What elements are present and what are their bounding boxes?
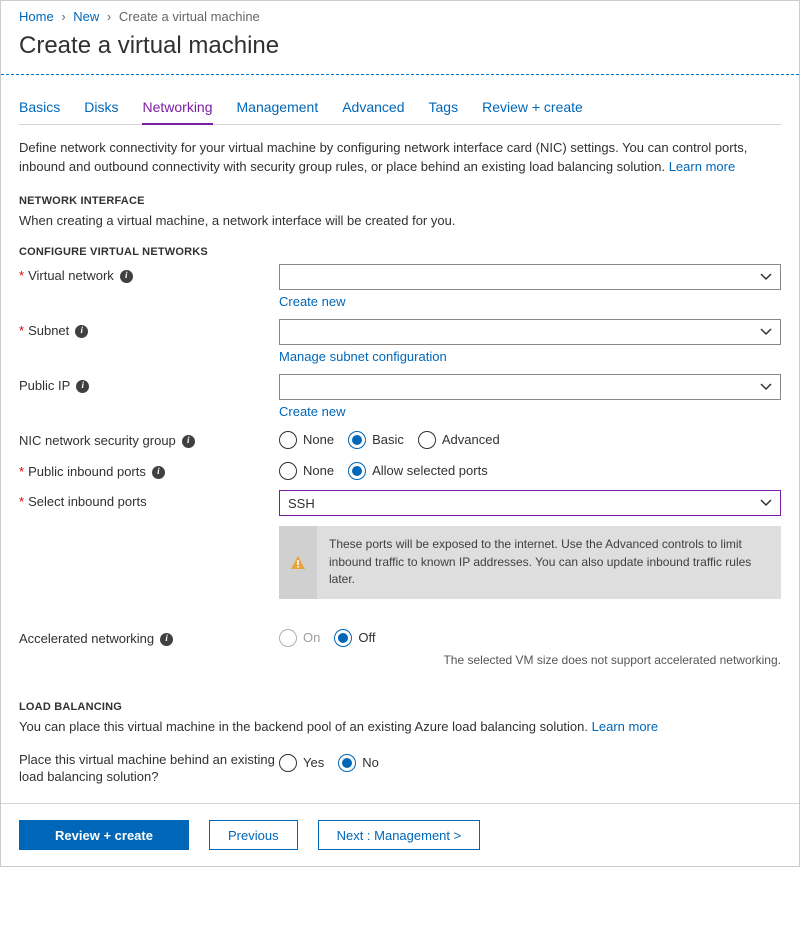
tab-management[interactable]: Management <box>237 93 319 124</box>
inbound-allow-radio[interactable]: Allow selected ports <box>348 462 488 480</box>
info-icon[interactable]: i <box>182 435 195 448</box>
section-network-interface: NETWORK INTERFACE <box>19 195 781 207</box>
inbound-none-radio[interactable]: None <box>279 462 334 480</box>
inbound-ports-label: Public inbound ports <box>28 464 146 481</box>
chevron-down-icon <box>760 497 772 509</box>
review-create-button[interactable]: Review + create <box>19 820 189 850</box>
nsg-none-radio[interactable]: None <box>279 431 334 449</box>
select-ports-label: Select inbound ports <box>28 494 147 511</box>
virtual-network-dropdown[interactable] <box>279 264 781 290</box>
breadcrumb: Home › New › Create a virtual machine <box>1 1 799 28</box>
chevron-down-icon <box>760 326 772 338</box>
required-icon: * <box>19 494 24 511</box>
nsg-advanced-radio[interactable]: Advanced <box>418 431 500 449</box>
network-interface-note: When creating a virtual machine, a netwo… <box>19 213 781 228</box>
next-button[interactable]: Next : Management > <box>318 820 481 850</box>
subnet-label: Subnet <box>28 323 69 340</box>
tab-tags[interactable]: Tags <box>429 93 459 124</box>
learn-more-link[interactable]: Learn more <box>669 159 735 174</box>
accel-on-radio: On <box>279 629 320 647</box>
accel-off-radio[interactable]: Off <box>334 629 375 647</box>
lb-yes-radio[interactable]: Yes <box>279 754 324 772</box>
virtual-network-label: Virtual network <box>28 268 114 285</box>
place-behind-label: Place this virtual machine behind an exi… <box>19 752 279 786</box>
required-icon: * <box>19 464 24 481</box>
select-ports-dropdown[interactable]: SSH <box>279 490 781 516</box>
chevron-right-icon: › <box>61 9 65 24</box>
subnet-dropdown[interactable] <box>279 319 781 345</box>
tab-review[interactable]: Review + create <box>482 93 583 124</box>
page-title: Create a virtual machine <box>1 28 799 74</box>
section-load-balancing: LOAD BALANCING <box>19 701 781 713</box>
ports-warning: These ports will be exposed to the inter… <box>279 526 781 598</box>
nsg-basic-radio[interactable]: Basic <box>348 431 404 449</box>
required-icon: * <box>19 323 24 340</box>
breadcrumb-home[interactable]: Home <box>19 9 54 24</box>
breadcrumb-current: Create a virtual machine <box>119 9 260 24</box>
section-configure: CONFIGURE VIRTUAL NETWORKS <box>19 246 781 258</box>
info-icon[interactable]: i <box>160 633 173 646</box>
create-new-vnet-link[interactable]: Create new <box>279 294 345 309</box>
lb-no-radio[interactable]: No <box>338 754 379 772</box>
lb-learn-more-link[interactable]: Learn more <box>592 719 658 734</box>
chevron-down-icon <box>760 381 772 393</box>
tab-advanced[interactable]: Advanced <box>342 93 404 124</box>
info-icon[interactable]: i <box>76 380 89 393</box>
tab-basics[interactable]: Basics <box>19 93 60 124</box>
intro-text: Define network connectivity for your vir… <box>19 139 781 177</box>
chevron-down-icon <box>760 271 772 283</box>
tabs: Basics Disks Networking Management Advan… <box>19 93 781 125</box>
breadcrumb-new[interactable]: New <box>73 9 99 24</box>
public-ip-dropdown[interactable] <box>279 374 781 400</box>
tab-disks[interactable]: Disks <box>84 93 118 124</box>
footer-bar: Review + create Previous Next : Manageme… <box>1 803 799 866</box>
manage-subnet-link[interactable]: Manage subnet configuration <box>279 349 447 364</box>
warning-icon <box>290 555 306 571</box>
public-ip-label: Public IP <box>19 378 70 395</box>
load-balancing-note: You can place this virtual machine in th… <box>19 719 781 734</box>
chevron-right-icon: › <box>107 9 111 24</box>
info-icon[interactable]: i <box>152 466 165 479</box>
info-icon[interactable]: i <box>120 270 133 283</box>
create-new-ip-link[interactable]: Create new <box>279 404 345 419</box>
tab-networking[interactable]: Networking <box>142 93 212 125</box>
accel-label: Accelerated networking <box>19 631 154 648</box>
info-icon[interactable]: i <box>75 325 88 338</box>
nsg-label: NIC network security group <box>19 433 176 450</box>
previous-button[interactable]: Previous <box>209 820 298 850</box>
required-icon: * <box>19 268 24 285</box>
accel-note: The selected VM size does not support ac… <box>279 653 781 667</box>
